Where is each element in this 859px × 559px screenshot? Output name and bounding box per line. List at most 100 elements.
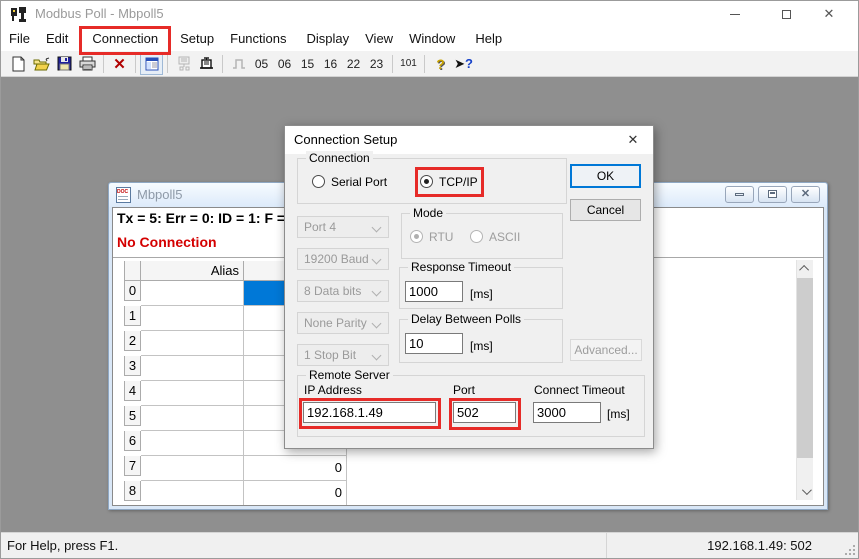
ascii-radio[interactable]: ASCII — [470, 229, 520, 244]
data-bits-select[interactable]: 8 Data bits — [297, 280, 389, 302]
minimize-button[interactable] — [718, 1, 752, 27]
function-101-button[interactable]: 101 — [397, 58, 420, 69]
row-header[interactable]: 5 — [124, 406, 141, 426]
radio-icon — [312, 175, 325, 188]
close-button[interactable]: ✕ — [812, 1, 846, 27]
communication-traffic-button[interactable] — [195, 53, 218, 75]
delay-unit: [ms] — [470, 339, 493, 353]
open-file-button[interactable] — [30, 53, 53, 75]
row-header[interactable]: 3 — [124, 356, 141, 376]
scroll-down-button[interactable] — [797, 483, 813, 500]
port-label: Port — [453, 383, 475, 397]
alias-cell[interactable] — [141, 456, 244, 481]
response-timeout-input[interactable] — [405, 281, 463, 302]
chevron-up-icon — [799, 265, 809, 275]
menu-window[interactable]: Window — [401, 27, 463, 51]
row-header[interactable]: 4 — [124, 381, 141, 401]
value-cell[interactable]: 0 — [244, 481, 347, 506]
menu-help[interactable]: Help — [467, 27, 510, 51]
chevron-down-icon — [372, 351, 382, 361]
poll-once-button[interactable] — [172, 53, 195, 75]
serial-port-select[interactable]: Port 4 — [297, 216, 389, 238]
menu-edit[interactable]: Edit — [38, 27, 76, 51]
port-input[interactable] — [453, 402, 516, 423]
cancel-button[interactable]: Cancel — [570, 199, 641, 221]
new-file-button[interactable] — [7, 53, 30, 75]
context-help-button[interactable]: ➤? — [452, 53, 475, 75]
child-close-button[interactable]: ✕ — [791, 186, 820, 203]
delay-input[interactable] — [405, 333, 463, 354]
serial-port-radio[interactable]: Serial Port — [312, 174, 387, 189]
ip-address-wrap — [303, 402, 436, 423]
baud-rate-select[interactable]: 19200 Baud — [297, 248, 389, 270]
delete-x-icon: ✕ — [113, 55, 126, 73]
child-restore-button[interactable] — [758, 186, 787, 203]
row-header[interactable]: 0 — [124, 281, 141, 301]
row-header[interactable]: 7 — [124, 456, 141, 476]
function-22-button[interactable]: 22 — [342, 57, 365, 71]
print-icon — [79, 56, 96, 71]
alias-cell[interactable] — [141, 481, 244, 506]
print-button[interactable] — [76, 53, 99, 75]
alias-cell[interactable] — [141, 431, 244, 456]
function-16-button[interactable]: 16 — [319, 57, 342, 71]
scroll-up-button[interactable] — [797, 260, 813, 277]
resize-grip[interactable] — [843, 543, 856, 556]
row-header[interactable]: 8 — [124, 481, 141, 501]
alias-cell[interactable] — [141, 306, 244, 331]
stop-bit-select[interactable]: 1 Stop Bit — [297, 344, 389, 366]
row-header[interactable]: 2 — [124, 331, 141, 351]
rtu-radio[interactable]: RTU — [410, 229, 453, 244]
tcpip-radio[interactable]: TCP/IP — [420, 174, 478, 189]
alias-cell[interactable] — [141, 381, 244, 406]
menu-connection[interactable]: Connection — [84, 27, 166, 51]
remote-server-label: Remote Server — [306, 368, 393, 382]
alias-cell[interactable] — [141, 406, 244, 431]
maximize-button[interactable] — [769, 1, 803, 27]
connect-timeout-input[interactable] — [533, 402, 601, 423]
toolbar: ✕ 05 06 15 16 22 23 101 ? ➤? — [1, 51, 858, 77]
alias-header-cell[interactable]: Alias — [141, 261, 244, 281]
menu-functions[interactable]: Functions — [222, 27, 294, 51]
alias-cell[interactable] — [141, 281, 244, 306]
disconnect-button[interactable]: ✕ — [108, 53, 131, 75]
ip-address-input[interactable] — [303, 402, 436, 423]
help-question-icon: ? — [436, 56, 445, 72]
menu-file[interactable]: File — [1, 27, 38, 51]
value-cell[interactable]: 0 — [244, 456, 347, 481]
title-bar: Modbus Poll - Mbpoll5 ✕ — [1, 1, 858, 27]
menu-display[interactable]: Display — [299, 27, 358, 51]
function-23-button[interactable]: 23 — [365, 57, 388, 71]
menu-setup[interactable]: Setup — [172, 27, 222, 51]
alias-cell[interactable] — [141, 331, 244, 356]
function-06-button[interactable]: 06 — [273, 57, 296, 71]
display-setup-button[interactable] — [140, 53, 163, 75]
about-help-button[interactable]: ? — [429, 53, 452, 75]
alias-cell[interactable] — [141, 356, 244, 381]
child-minimize-button[interactable] — [725, 186, 754, 203]
vertical-scrollbar[interactable] — [796, 260, 813, 500]
menu-view[interactable]: View — [357, 27, 401, 51]
dialog-close-button[interactable]: ✕ — [624, 131, 642, 149]
toolbar-separator — [167, 55, 168, 73]
display-window-icon — [145, 57, 159, 71]
function-05-button[interactable]: 05 — [250, 57, 273, 71]
row-header[interactable]: 1 — [124, 306, 141, 326]
toolbar-separator — [135, 55, 136, 73]
row-header[interactable]: 6 — [124, 431, 141, 451]
save-button[interactable] — [53, 53, 76, 75]
chevron-down-icon — [372, 223, 382, 233]
function-15-button[interactable]: 15 — [296, 57, 319, 71]
ok-button[interactable]: OK — [570, 164, 641, 188]
window-title: Modbus Poll - Mbpoll5 — [35, 6, 164, 21]
radio-checked-disabled-icon — [410, 230, 423, 243]
response-timeout-unit: [ms] — [470, 287, 493, 301]
toolbar-separator — [424, 55, 425, 73]
scrollbar-thumb[interactable] — [797, 278, 813, 458]
connect-timeout-unit: [ms] — [607, 407, 630, 421]
single-pulse-button[interactable] — [227, 53, 250, 75]
chevron-down-icon — [372, 319, 382, 329]
parity-select[interactable]: None Parity — [297, 312, 389, 334]
advanced-button[interactable]: Advanced... — [570, 339, 642, 361]
toolbar-separator — [103, 55, 104, 73]
